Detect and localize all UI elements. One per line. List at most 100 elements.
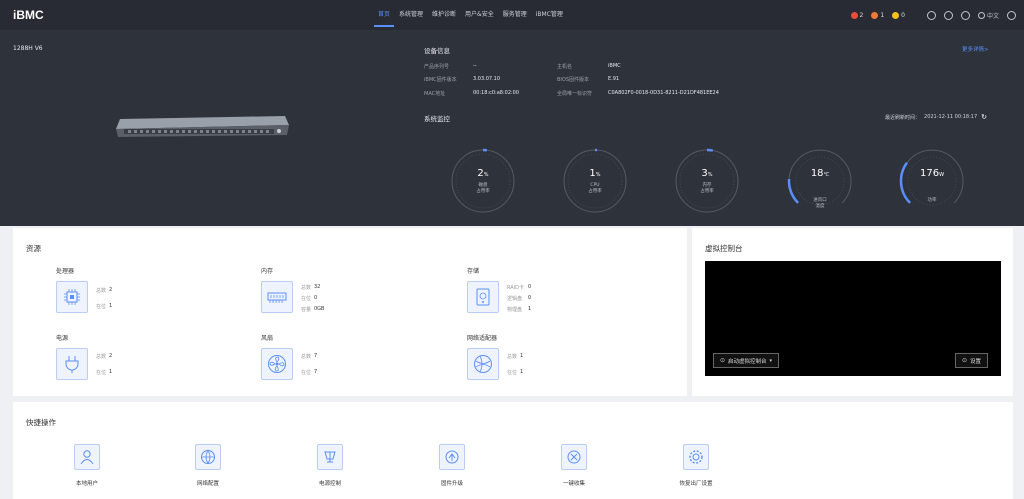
quick-label: 恢复出厂设置 (679, 481, 713, 487)
memory-present-label: 在位 (301, 296, 312, 302)
critical-alert-icon (850, 11, 858, 19)
main-nav: 首页 系统管理 维护诊断 用户&安全 服务管理 iBMC管理 (373, 0, 572, 30)
network-adapter-icon[interactable] (467, 348, 499, 380)
refresh-info: 最近刷新时间： 2021-12-11 00:18:17 ↻ (885, 113, 987, 121)
nav-home[interactable]: 首页 (373, 0, 395, 30)
hostname-label: 主机名 (557, 64, 573, 70)
virtual-console-title: 虚拟控制台 (705, 244, 743, 253)
resources-card: 资源 处理器 总数 2 在位 1 内存 总数 32 在位 0 容量 0GB 存储… (13, 228, 687, 396)
gauge-label: 磁盘 占用率 (476, 183, 490, 194)
memory-capacity-label: 容量 (301, 307, 312, 313)
cpu-usage-gauge: 1% CPU 占用率 (561, 147, 629, 215)
fan-present-label: 在位 (301, 370, 312, 376)
network-adapter-label[interactable]: 网络适配器 (467, 333, 497, 342)
minor-alert-icon (892, 11, 900, 19)
reset-icon (683, 444, 709, 470)
fan-label[interactable]: 风扇 (261, 333, 273, 342)
nav-system-management[interactable]: 系统管理 (399, 0, 423, 30)
gauge-value: 1% (589, 168, 601, 179)
gauge-ring (562, 148, 628, 214)
power-icon[interactable] (56, 348, 88, 380)
gauge-ring (674, 148, 740, 214)
fan-present-value: 7 (314, 369, 318, 375)
ibmc-logo[interactable]: iBMC (13, 8, 44, 22)
nav-ibmc-management[interactable]: iBMC管理 (536, 0, 563, 30)
uid-indicator-icon[interactable] (943, 10, 953, 20)
gauge-label: 功率 (927, 198, 937, 203)
quick-factory-reset[interactable]: 恢复出厂设置 (666, 444, 726, 487)
console-preview[interactable]: ⊙ 启动虚拟控制台 ▾ ⊙ 设置 (705, 261, 1001, 376)
mac-address-value: 00:18:c0:a8:02:00 (473, 90, 520, 96)
fan-total-label: 总数 (301, 354, 312, 360)
power-present-value: 1 (109, 369, 113, 375)
gauge-value: 3% (701, 168, 713, 179)
quick-label: 电源控制 (318, 481, 341, 487)
gauge-dial (899, 149, 964, 206)
firmware-icon (439, 444, 465, 470)
memory-present-value: 0 (314, 295, 318, 301)
processor-present-label: 在位 (96, 304, 107, 310)
cpu-icon[interactable] (56, 281, 88, 313)
power-present-label: 在位 (96, 370, 107, 376)
nav-maintenance[interactable]: 维护诊断 (432, 0, 456, 30)
processor-total-value: 2 (109, 287, 113, 293)
guid-label: 全局唯一标识符 (557, 91, 593, 97)
refresh-time: 2021-12-11 00:18:17 (924, 114, 978, 120)
ibmc-firmware-label: iBMC固件版本 (424, 77, 457, 83)
launch-console-button[interactable]: ⊙ 启动虚拟控制台 ▾ (713, 353, 780, 368)
top-navigation-bar: iBMC 首页 系统管理 维护诊断 用户&安全 服务管理 iBMC管理 2 1 … (0, 0, 1024, 30)
bios-firmware-label: BIOS固件版本 (557, 77, 590, 83)
header-right-tools: 2 1 0 中文 (850, 0, 1016, 30)
help-icon[interactable] (1007, 10, 1016, 20)
quick-local-user[interactable]: 本地用户 (57, 444, 117, 487)
ibmc-firmware-value: 3.03.07.10 (473, 76, 501, 82)
adapter-present-value: 1 (520, 369, 524, 375)
memory-total-label: 总数 (301, 285, 312, 291)
quick-label: 固件升级 (440, 481, 463, 487)
serial-number-value: -- (473, 63, 477, 69)
processor-present-value: 1 (109, 303, 113, 309)
power-supply-label[interactable]: 电源 (56, 333, 68, 342)
critical-alert-badge[interactable]: 2 (850, 11, 863, 19)
network-icon (195, 444, 221, 470)
major-alert-badge[interactable]: 1 (871, 11, 884, 19)
console-settings-button[interactable]: ⊙ 设置 (955, 353, 989, 368)
processor-total-label: 总数 (96, 288, 107, 294)
power-consumption-gauge: 176W 功率 (898, 147, 966, 215)
power-status-icon[interactable] (926, 10, 936, 20)
fan-total-value: 7 (314, 353, 318, 359)
gauge-label: 进风口 温度 (813, 198, 827, 209)
power-total-label: 总数 (96, 354, 107, 360)
fan-icon[interactable] (261, 348, 293, 380)
quick-network-config[interactable]: 网络配置 (178, 444, 238, 487)
quick-actions-title: 快捷操作 (26, 418, 56, 427)
resources-title: 资源 (26, 244, 41, 253)
adapter-total-value: 1 (520, 353, 524, 359)
logical-drive-value: 0 (528, 295, 532, 301)
user-icon (74, 444, 100, 470)
storage-label[interactable]: 存储 (467, 266, 479, 275)
quick-label: 一键收集 (562, 481, 585, 487)
user-account-icon[interactable] (960, 10, 970, 20)
raid-card-label: RAID卡 (507, 285, 525, 291)
processor-label[interactable]: 处理器 (56, 266, 74, 275)
bios-firmware-value: E.91 (608, 76, 620, 82)
more-details-link[interactable]: 更多详情> (962, 45, 989, 53)
quick-one-click-collect[interactable]: 一键收集 (544, 444, 604, 487)
physical-drive-label: 物理盘 (507, 307, 523, 313)
server-image (116, 116, 289, 137)
inlet-temperature-gauge: 18℃ 进风口 温度 (786, 147, 854, 215)
minor-alert-badge[interactable]: 0 (892, 11, 905, 19)
quick-power-control[interactable]: 电源控制 (300, 444, 360, 487)
refresh-label: 最近刷新时间： (885, 114, 921, 121)
gauge-label: CPU 占用率 (588, 183, 602, 194)
memory-icon[interactable] (261, 281, 293, 313)
nav-service-management[interactable]: 服务管理 (503, 0, 527, 30)
storage-icon[interactable] (467, 281, 499, 313)
memory-label[interactable]: 内存 (261, 266, 273, 275)
refresh-icon[interactable]: ↻ (981, 113, 987, 121)
gauge-value: 176W (919, 168, 945, 179)
quick-firmware-upgrade[interactable]: 固件升级 (422, 444, 482, 487)
language-switch[interactable]: 中文 (977, 11, 999, 20)
nav-user-security[interactable]: 用户&安全 (465, 0, 494, 30)
